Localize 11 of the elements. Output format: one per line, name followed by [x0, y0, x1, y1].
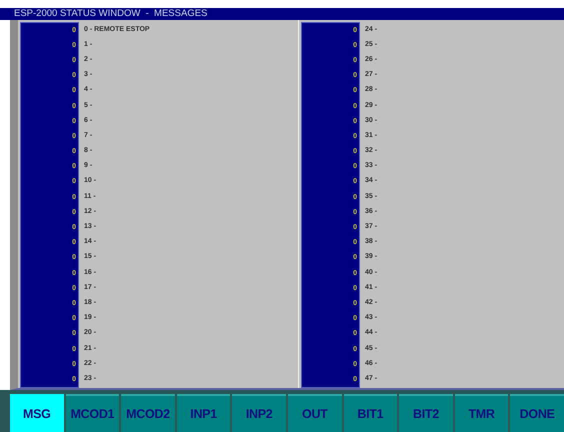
tab-button[interactable]: DONE [510, 394, 564, 432]
tab-button[interactable]: BIT1 [344, 394, 398, 432]
tab-button[interactable]: MCOD1 [66, 394, 120, 432]
tab-button[interactable]: TMR [454, 394, 508, 432]
tab-button[interactable]: INP1 [176, 394, 230, 432]
tab-button[interactable]: BIT2 [399, 394, 453, 432]
tab-button[interactable]: MCOD2 [121, 394, 175, 432]
tab-button[interactable]: OUT [288, 394, 342, 432]
tab-button[interactable]: MSG [10, 394, 64, 432]
tab-button[interactable]: INP2 [232, 394, 286, 432]
window-title: ESP-2000 STATUS WINDOW - MESSAGES [0, 8, 564, 20]
